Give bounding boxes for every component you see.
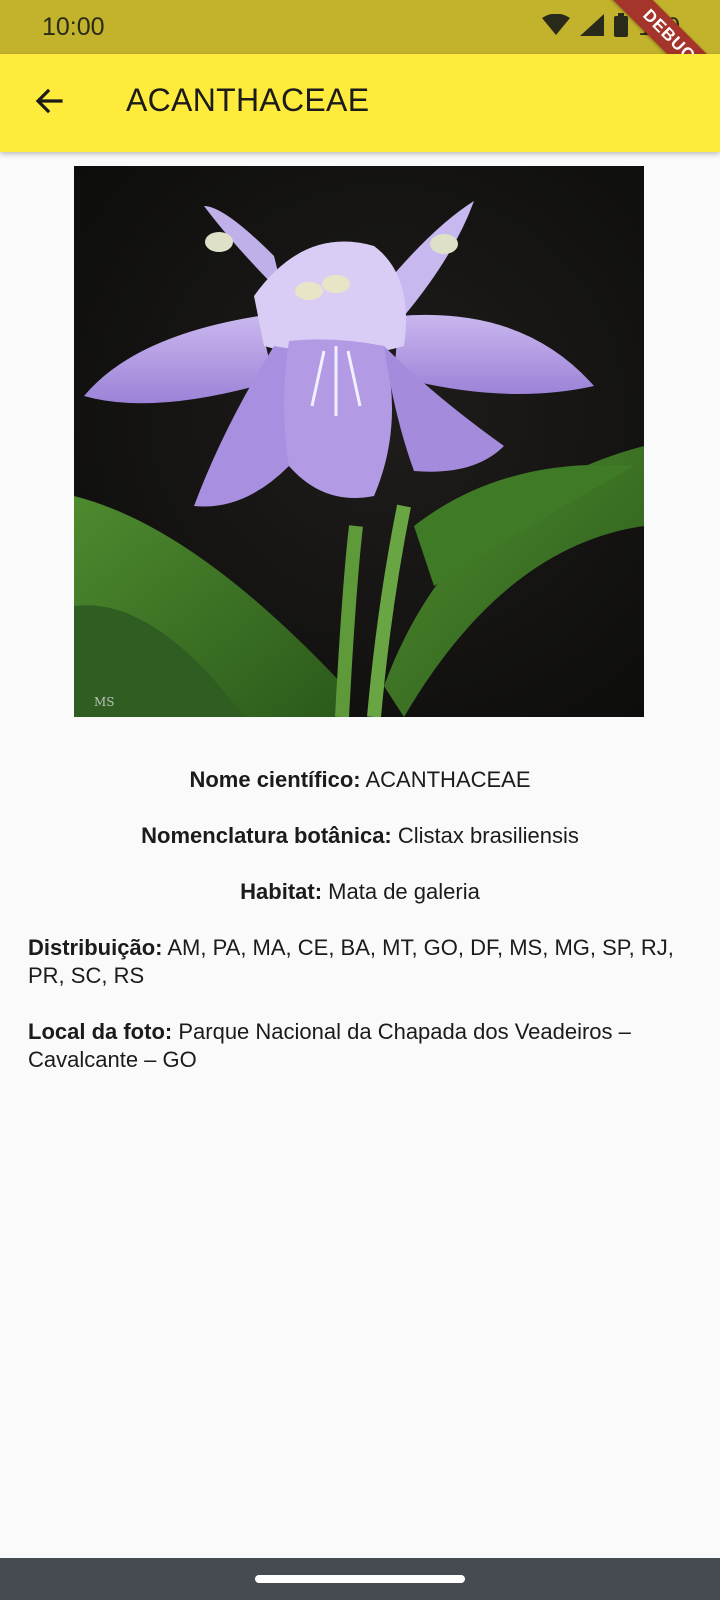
status-bar: 10:00 100 — [0, 0, 720, 54]
habitat-value: Mata de galeria — [328, 879, 480, 904]
distribution-label: Distribuição: — [28, 935, 163, 960]
nomenclature-label: Nomenclatura botânica: — [141, 823, 392, 848]
photo-location-label: Local da foto: — [28, 1019, 173, 1044]
habitat-label: Habitat: — [240, 879, 323, 904]
battery-icon — [614, 12, 629, 42]
photo-credit: MS — [94, 695, 115, 709]
photo-location-row: Local da foto: Parque Nacional da Chapad… — [28, 1018, 692, 1074]
nomenclature-value: Clistax brasiliensis — [397, 823, 579, 848]
back-button[interactable] — [22, 76, 76, 130]
app-bar: ACANTHACEAE — [0, 54, 720, 152]
distribution-row: Distribuição: AM, PA, MA, CE, BA, MT, GO… — [28, 934, 692, 990]
scientific-name-value: ACANTHACEAE — [365, 767, 531, 792]
home-gesture-handle[interactable] — [255, 1575, 465, 1583]
status-time: 10:00 — [42, 13, 105, 41]
plant-photo: MS — [74, 166, 644, 717]
nomenclature-row: Nomenclatura botânica: Clistax brasilien… — [28, 822, 692, 850]
page-title: ACANTHACEAE — [126, 82, 370, 118]
wifi-icon — [542, 13, 571, 41]
system-nav-bar — [0, 1558, 720, 1600]
arrow-back-icon — [33, 85, 65, 122]
scientific-name-row: Nome científico: ACANTHACEAE — [28, 766, 692, 794]
scientific-name-label: Nome científico: — [189, 767, 361, 792]
signal-icon — [580, 13, 605, 41]
habitat-row: Habitat: Mata de galeria — [28, 878, 692, 906]
